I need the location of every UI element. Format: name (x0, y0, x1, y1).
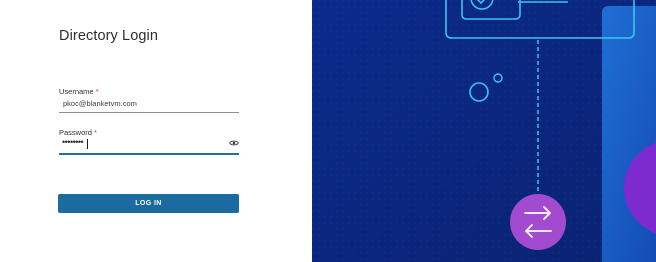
decorative-illustration (312, 0, 656, 262)
login-button[interactable]: LOG IN (58, 194, 239, 213)
username-value: pkoc@blanketvm.com (63, 99, 137, 108)
page-title: Directory Login (59, 28, 159, 44)
username-label-text: Username (59, 87, 94, 96)
sync-circle (510, 194, 566, 250)
text-caret (87, 139, 88, 149)
password-label: Password * (59, 128, 97, 137)
illustration-svg (312, 0, 656, 262)
login-panel: Directory Login Username * pkoc@blanketv… (0, 0, 312, 262)
password-value: •••••••• (62, 137, 84, 147)
password-label-text: Password (59, 128, 92, 137)
username-field[interactable]: pkoc@blanketvm.com (59, 98, 239, 113)
required-marker: * (94, 128, 97, 137)
password-field[interactable]: •••••••• (59, 137, 239, 155)
username-label: Username * (59, 87, 99, 96)
eye-icon[interactable] (229, 139, 239, 147)
login-page: Directory Login Username * pkoc@blanketv… (0, 0, 656, 262)
required-marker: * (95, 87, 99, 96)
